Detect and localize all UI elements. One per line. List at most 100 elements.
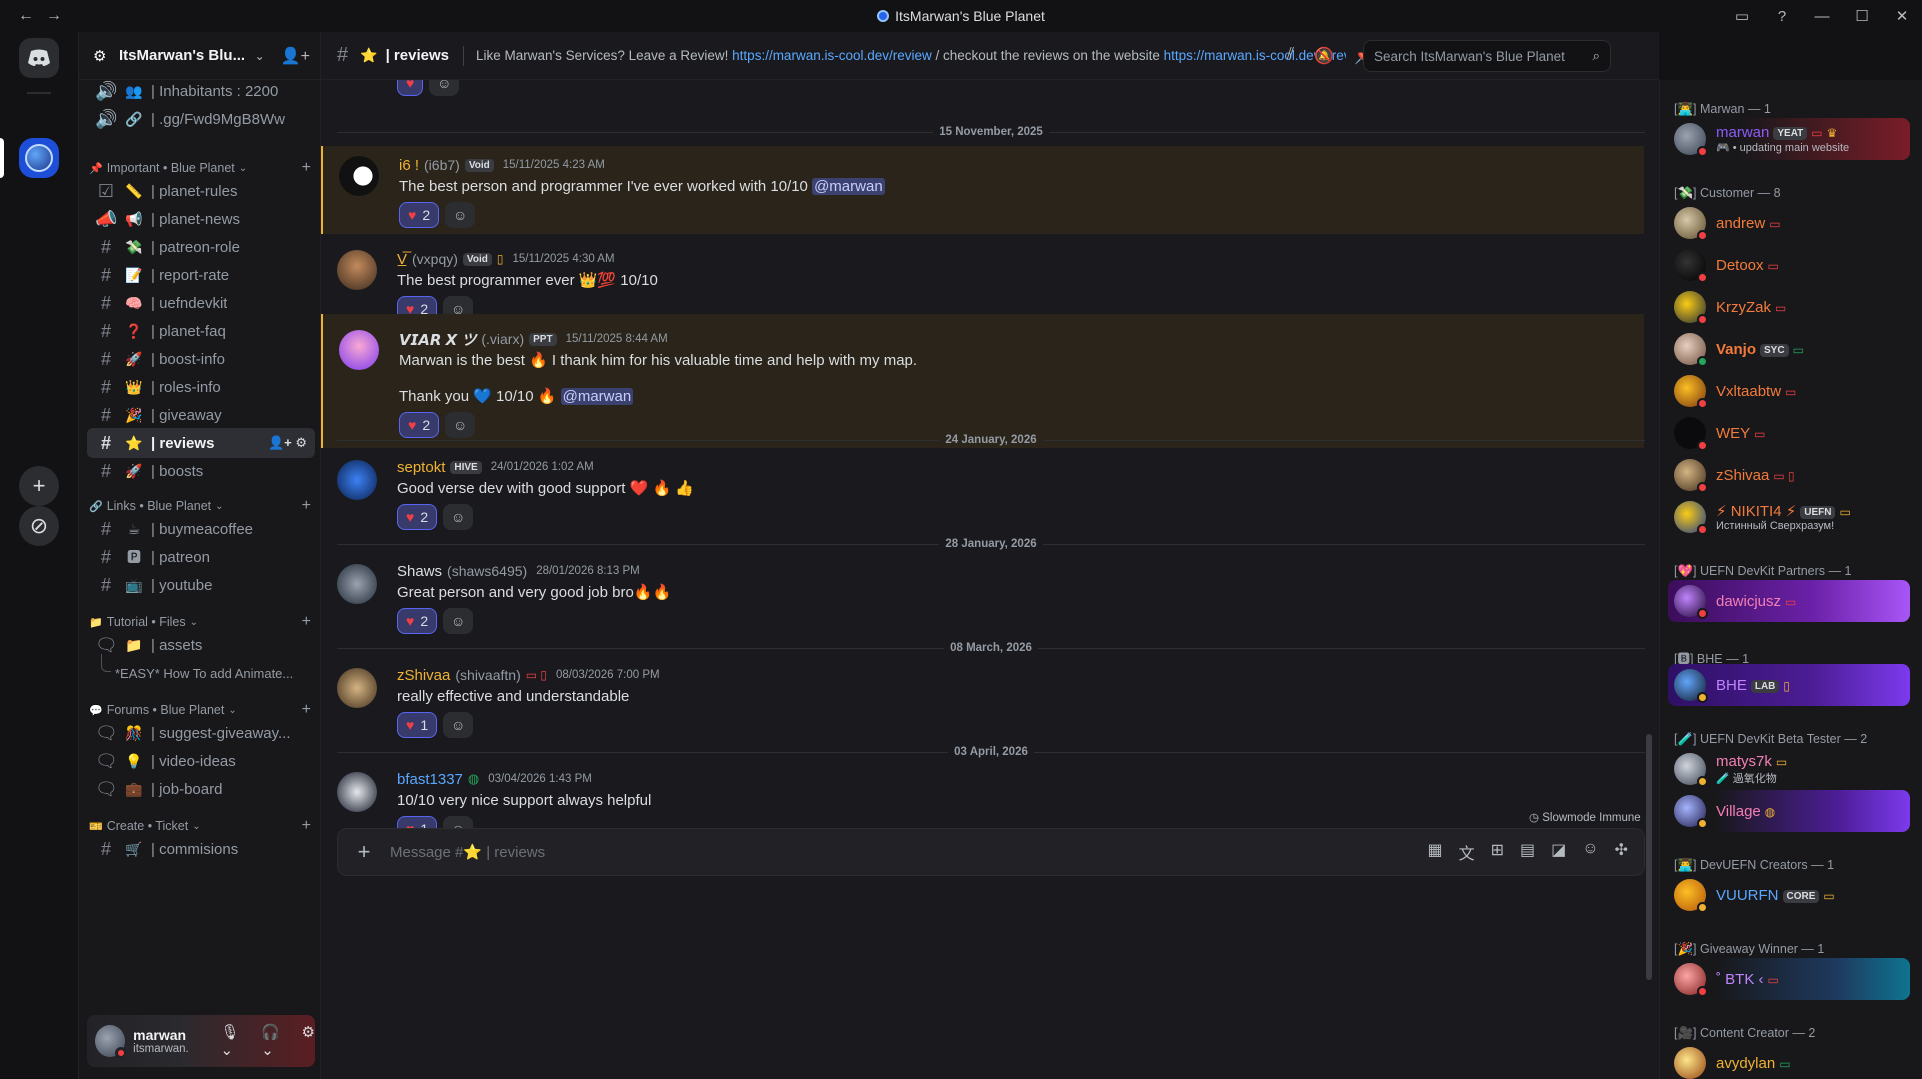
channel-job-board[interactable]: 🗨 💼 | job-board — [87, 774, 315, 804]
channel-giveaway[interactable]: # 🎉 | giveaway — [87, 400, 315, 430]
avatar[interactable] — [339, 156, 379, 196]
message-author[interactable]: V̲̅ — [397, 251, 407, 268]
message-author[interactable]: zShivaa — [397, 667, 450, 684]
member-item[interactable]: ⚡ NIKITI4 ⚡ UEFN ▭ Истинный Сверхразум! — [1668, 496, 1910, 538]
channel-planet-rules[interactable]: ☑ 📏 | planet-rules — [87, 176, 315, 206]
add-reaction-icon[interactable]: ☺ — [445, 202, 476, 228]
server-icon-blue-planet[interactable] — [19, 138, 59, 178]
add-reaction-icon[interactable]: ☺ — [443, 608, 474, 634]
member-item[interactable]: Vanjo SYC ▭ — [1668, 328, 1910, 370]
member-item[interactable]: BHE LAB ▯ — [1668, 664, 1910, 706]
user-names[interactable]: marwan itsmarwan. — [133, 1027, 208, 1055]
close-icon[interactable]: ✕ — [1882, 7, 1922, 25]
message-author[interactable]: 𝙑𝙄𝘼𝙍 𝙓 ツ — [399, 329, 476, 350]
channel-settings-gear-icon[interactable]: 👤+ ⚙ — [268, 435, 307, 451]
member-item[interactable]: Village ◍ — [1668, 790, 1910, 832]
channel-reviews[interactable]: # ⭐ | reviews 👤+ ⚙ — [87, 428, 315, 458]
category-links[interactable]: 🔗 Links • Blue Planet ⌄ + — [89, 496, 311, 516]
channel-assets[interactable]: 🗨 📁 | assets — [87, 630, 315, 660]
channel-patreon[interactable]: # 🅿 | patreon — [87, 542, 315, 572]
member-item[interactable]: dawicjusz ▭ — [1668, 580, 1910, 622]
help-icon[interactable]: ? — [1762, 8, 1802, 25]
add-reaction-icon[interactable]: ☺ — [429, 80, 460, 96]
member-item[interactable]: avydylan ▭ — [1668, 1042, 1910, 1079]
search-input[interactable]: Search ItsMarwan's Blue Planet ⌕ — [1363, 40, 1611, 72]
avatar[interactable] — [337, 564, 377, 604]
gif-icon[interactable]: ▤ — [1520, 840, 1535, 864]
microphone-icon[interactable]: 🎙⌄ — [221, 1023, 250, 1059]
member-item[interactable]: Vxltaabtw ▭ — [1668, 370, 1910, 412]
channel-boost-info[interactable]: # 🚀 | boost-info — [87, 344, 315, 374]
channel-invite-link[interactable]: 🔊 🔗 | .gg/Fwd9MgB8Ww — [87, 104, 315, 134]
channel-youtube[interactable]: # 📺 | youtube — [87, 570, 315, 600]
message[interactable]: zShivaa (shivaaftn) ▭ ▯ 08/03/2026 7:00 … — [321, 662, 1644, 742]
channel-boosts[interactable]: # 🚀 | boosts — [87, 456, 315, 486]
avatar[interactable] — [337, 668, 377, 708]
channel-planet-news[interactable]: 📣 📢 | planet-news — [87, 204, 315, 234]
add-reaction-icon[interactable]: ☺ — [443, 712, 474, 738]
threads-icon[interactable]: ⫽ — [1287, 46, 1294, 66]
heart-reaction[interactable]: ♥ 2 — [397, 504, 438, 530]
message-author[interactable]: i6 ! — [399, 157, 419, 174]
channel-video-ideas[interactable]: 🗨 💡 | video-ideas — [87, 746, 315, 776]
message[interactable]: 𝙑𝙄𝘼𝙍 𝙓 ツ (.viarx) PPT 15/11/2025 8:44 AM… — [321, 314, 1644, 448]
discover-icon[interactable]: ⊘ — [19, 506, 59, 546]
message[interactable]: septokt HIVE 24/01/2026 1:02 AM Good ver… — [321, 454, 1644, 534]
gift-icon[interactable]: ⊞ — [1491, 840, 1504, 864]
heart-reaction[interactable]: ♥ 2 — [399, 202, 440, 228]
add-reaction-icon[interactable]: ☺ — [443, 504, 474, 530]
channel-buymeacoffee[interactable]: # ☕ | buymeacoffee — [87, 514, 315, 544]
channel-patreon-role[interactable]: # 💸 | patreon-role — [87, 232, 315, 262]
member-item[interactable]: WEY ▭ — [1668, 412, 1910, 454]
message[interactable]: V̲̅ (vxpqy) Void ▯ 15/11/2025 4:30 AM Th… — [321, 242, 1644, 322]
message-composer[interactable]: + Message #⭐ | reviews ▦ 文 ⊞ ▤ ◪ ☺ ✣ — [337, 828, 1645, 876]
avatar[interactable] — [95, 1025, 128, 1059]
server-header[interactable]: ⚙ ItsMarwan's Blu... ⌄ 👤+ — [79, 32, 320, 80]
sticker-icon[interactable]: ◪ — [1551, 840, 1566, 864]
message-input[interactable]: Message #⭐ | reviews — [390, 843, 1427, 861]
maximize-icon[interactable]: ☐ — [1842, 7, 1882, 25]
category-ticket[interactable]: 🎫 Create • Ticket ⌄ + — [89, 816, 311, 836]
user-mention[interactable]: @marwan — [560, 388, 634, 405]
channel-commisions[interactable]: # 🛒 | commisions — [87, 834, 315, 864]
member-item[interactable]: ˚ BTK ‹ ▭ — [1668, 958, 1910, 1000]
category-important[interactable]: 📌 Important • Blue Planet ⌄ + — [89, 158, 311, 178]
member-item[interactable]: marwan YEAT ▭ ♛ 🎮 • updating main website — [1668, 118, 1910, 160]
category-tutorial[interactable]: 📁 Tutorial • Files ⌄ + — [89, 612, 311, 632]
channel-uefndevkit[interactable]: # 🧠 | uefndevkit — [87, 288, 315, 318]
notification-bell-muted-icon[interactable]: 🔕 — [1314, 46, 1334, 66]
guild-tag-badge[interactable]: PPT — [529, 332, 557, 346]
calendar-icon[interactable]: ▦ — [1427, 840, 1442, 864]
user-mention[interactable]: @marwan — [812, 178, 885, 195]
create-channel-icon[interactable]: + — [302, 613, 311, 631]
channel-inhabitants[interactable]: 🔊 👥 | Inhabitants : 2200 — [87, 80, 315, 106]
guild-tag-badge[interactable]: Void — [462, 252, 492, 266]
translate-icon[interactable]: 文 — [1459, 840, 1475, 864]
member-item[interactable]: zShivaa ▭ ▯ — [1668, 454, 1910, 496]
avatar[interactable] — [337, 772, 377, 812]
avatar[interactable] — [337, 460, 377, 500]
message[interactable]: Shaws (shaws6495) 28/01/2026 8:13 PM Gre… — [321, 558, 1644, 638]
discord-home-icon[interactable] — [19, 38, 59, 78]
message-author[interactable]: Shaws — [397, 563, 442, 580]
apps-icon[interactable]: ✣ — [1615, 840, 1628, 864]
message[interactable]: i6 ! (i6b7) Void 15/11/2025 4:23 AM The … — [321, 146, 1644, 234]
minimize-icon[interactable]: — — [1802, 8, 1842, 25]
user-settings-gear-icon[interactable]: ⚙ — [302, 1023, 315, 1059]
message-author[interactable]: septokt — [397, 459, 445, 476]
headphones-icon[interactable]: 🎧⌄ — [261, 1023, 289, 1059]
guild-tag-badge[interactable]: Void — [464, 158, 494, 172]
back-arrow-icon[interactable]: ← — [18, 7, 34, 25]
member-item[interactable]: Detoox ▭ — [1668, 244, 1910, 286]
channel-report-rate[interactable]: # 📝 | report-rate — [87, 260, 315, 290]
create-channel-icon[interactable]: + — [302, 817, 311, 835]
member-item[interactable]: andrew ▭ — [1668, 202, 1910, 244]
channel-roles-info[interactable]: # 👑 | roles-info — [87, 372, 315, 402]
emoji-icon[interactable]: ☺ — [1582, 840, 1598, 864]
invite-people-icon[interactable]: 👤+ — [281, 46, 310, 66]
thread-easy-animate[interactable]: *EASY* How To add Animate... — [87, 654, 315, 688]
create-channel-icon[interactable]: + — [302, 497, 311, 515]
channel-planet-faq[interactable]: # ❓ | planet-faq — [87, 316, 315, 346]
heart-reaction[interactable]: ♥ — [397, 80, 424, 96]
topic-link-review[interactable]: https://marwan.is-cool.dev/review — [732, 48, 932, 63]
